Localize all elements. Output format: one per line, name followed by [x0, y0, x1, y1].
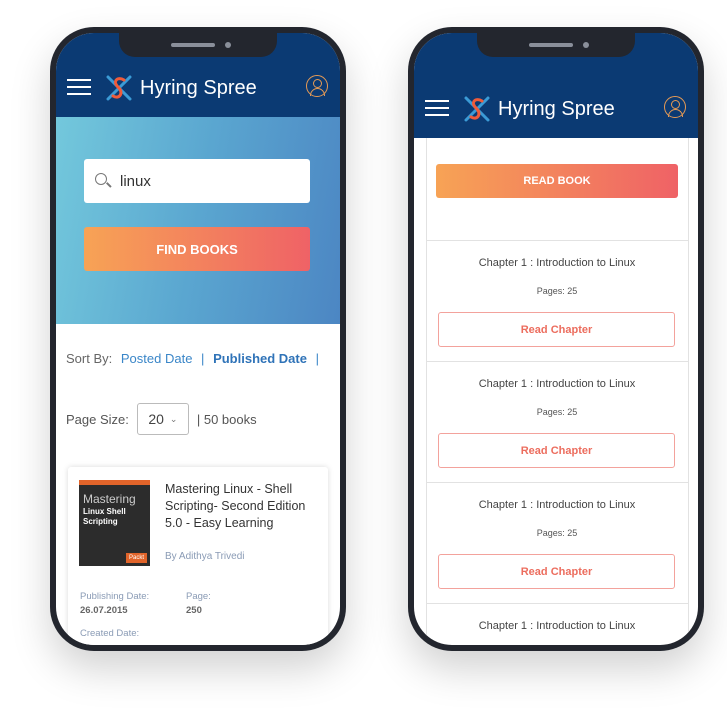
notch	[119, 33, 277, 57]
search-icon	[95, 173, 107, 185]
page-size-value: 20	[148, 411, 164, 427]
page-size-row: Page Size: 20 ⌄ | 50 books	[66, 403, 257, 435]
publishing-date-value: 26.07.2015	[80, 605, 128, 616]
chapter-item: Chapter 1 : Introduction to Linux	[426, 603, 688, 645]
screen-left: Hyring Spree linux FIND BOOKS Sort By: P…	[56, 33, 340, 645]
brand-name: Hyring Spree	[140, 76, 257, 99]
sort-posted-date[interactable]: Posted Date	[121, 351, 193, 366]
chapter-title: Chapter 1 : Introduction to Linux	[478, 620, 636, 632]
menu-icon[interactable]	[67, 79, 91, 95]
user-profile-icon[interactable]	[306, 75, 328, 97]
page-size-label: Page Size:	[66, 411, 129, 427]
sort-published-date[interactable]: Published Date	[213, 351, 307, 366]
chevron-down-icon: ⌄	[169, 413, 178, 424]
read-chapter-button[interactable]: Read Chapter	[438, 554, 675, 589]
notch	[477, 33, 635, 57]
chapter-pages: Pages: 25	[536, 286, 578, 296]
publishing-date-label: Publishing Date:	[80, 591, 150, 602]
read-book-button[interactable]: READ BOOK	[436, 164, 678, 198]
menu-icon[interactable]	[425, 100, 449, 116]
find-books-button[interactable]: FIND BOOKS	[84, 227, 310, 271]
page-label: Page:	[186, 591, 211, 602]
page-size-select[interactable]: 20 ⌄	[136, 403, 189, 435]
user-profile-icon[interactable]	[664, 96, 686, 118]
hero-search: linux FIND BOOKS	[56, 117, 340, 324]
page-value: 250	[186, 605, 202, 616]
phone-right: Hyring Spree READ BOOK Chapter 1 : Intro…	[408, 27, 704, 651]
cover-publisher: Packt	[125, 553, 147, 563]
logo[interactable]: Hyring Spree	[462, 94, 615, 124]
sort-label: Sort By:	[66, 351, 113, 366]
chapter-item: Chapter 1 : Introduction to Linux Pages:…	[426, 240, 688, 361]
chapter-title: Chapter 1 : Introduction to Linux	[478, 257, 636, 269]
chapter-title: Chapter 1 : Introduction to Linux	[478, 378, 636, 390]
read-chapter-button[interactable]: Read Chapter	[438, 312, 675, 347]
cover-subtitle: Linux Shell Scripting	[83, 507, 126, 526]
sort-bar: Sort By: Posted Date | Published Date |	[66, 351, 319, 366]
content-border	[688, 138, 689, 645]
logo-icon	[104, 73, 134, 103]
chapter-title: Chapter 1 : Introduction to Linux	[478, 499, 636, 511]
book-title[interactable]: Mastering Linux - Shell Scripting- Secon…	[165, 481, 321, 532]
book-cover: Mastering Linux Shell Scripting Packt	[79, 480, 150, 566]
chapter-item: Chapter 1 : Introduction to Linux Pages:…	[426, 482, 688, 603]
logo-icon	[462, 94, 492, 124]
chapter-pages: Pages: 25	[536, 528, 578, 538]
brand-name: Hyring Spree	[498, 97, 615, 120]
screen-right: Hyring Spree READ BOOK Chapter 1 : Intro…	[414, 33, 698, 645]
created-date-label: Created Date:	[80, 628, 140, 639]
book-author: By Adithya Trivedi	[165, 551, 245, 562]
search-input[interactable]: linux	[84, 159, 310, 203]
phone-left: Hyring Spree linux FIND BOOKS Sort By: P…	[50, 27, 346, 651]
read-chapter-button[interactable]: Read Chapter	[438, 433, 675, 468]
chapter-pages: Pages: 25	[536, 407, 578, 417]
cover-title: Mastering	[83, 492, 136, 506]
chapter-item: Chapter 1 : Introduction to Linux Pages:…	[426, 361, 688, 482]
logo[interactable]: Hyring Spree	[104, 73, 257, 103]
book-count: | 50 books	[196, 411, 257, 427]
sort-separator: |	[201, 351, 205, 366]
sort-separator: |	[315, 351, 319, 366]
search-value: linux	[120, 172, 151, 190]
book-card[interactable]: Mastering Linux Shell Scripting Packt Ma…	[68, 467, 328, 645]
